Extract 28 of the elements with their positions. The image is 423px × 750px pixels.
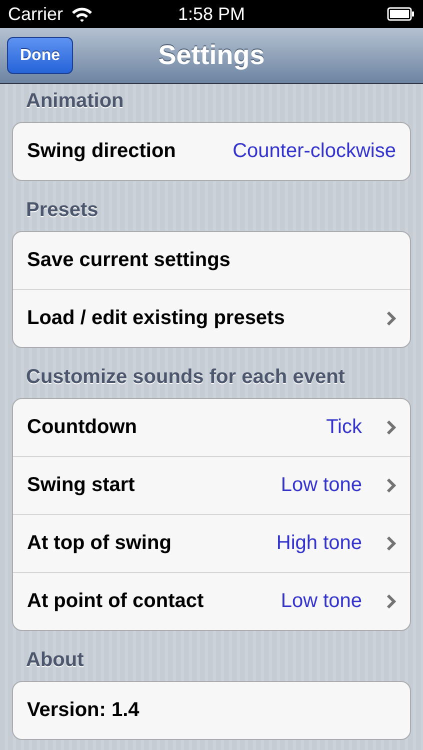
wifi-icon	[71, 6, 94, 22]
row-value: Low tone	[280, 474, 362, 497]
row-value: High tone	[276, 532, 362, 555]
chevron-icon	[386, 311, 396, 326]
section-header: About	[26, 648, 85, 673]
row-value: Tick	[326, 416, 362, 439]
row-label[interactable]: At top of swing	[27, 532, 172, 555]
row-label[interactable]: Load / edit existing presets	[27, 307, 285, 330]
row-label[interactable]: Save current settings	[27, 249, 230, 272]
chevron-icon	[386, 478, 396, 493]
row-label[interactable]: Swing direction	[27, 140, 176, 163]
done-button[interactable]: Done	[7, 37, 73, 74]
row-label[interactable]: At point of contact	[27, 590, 204, 613]
nav-title: Settings	[158, 40, 265, 71]
status-time: 1:58 PM	[178, 4, 246, 24]
row-label[interactable]: Swing start	[27, 474, 135, 497]
row-value: Counter-clockwise	[232, 140, 396, 163]
row-label[interactable]: Version: 1.4	[27, 699, 140, 722]
chevron-icon	[386, 536, 396, 551]
row-value: Low tone	[280, 590, 362, 613]
carrier-name: Carrier	[8, 4, 64, 24]
chevron-icon	[386, 420, 396, 435]
battery-icon	[387, 7, 416, 21]
row-label[interactable]: Countdown	[27, 416, 137, 439]
section-header: Presets	[26, 198, 100, 223]
section-header: Animation	[26, 89, 125, 114]
chevron-icon	[386, 594, 396, 609]
section-header: Customize sounds for each event	[26, 365, 346, 390]
